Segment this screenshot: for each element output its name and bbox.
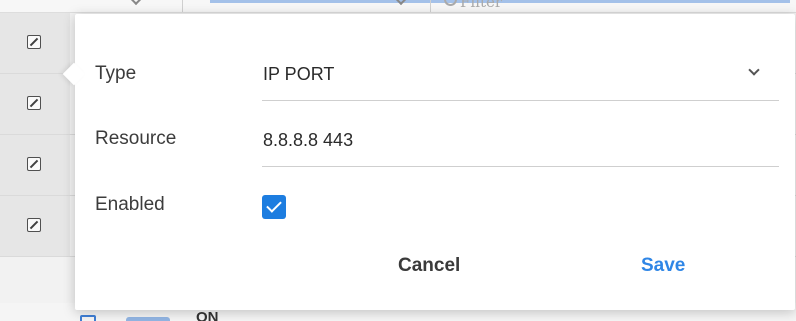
type-select[interactable]: IP PORT: [262, 52, 779, 101]
row-link[interactable]: [126, 317, 170, 321]
row-select-checkbox[interactable]: [80, 315, 96, 321]
row-action-cell: [0, 74, 70, 134]
resource-input[interactable]: 8.8.8.8 443: [262, 118, 779, 167]
column-divider: [430, 0, 431, 12]
table-header: Filter: [0, 0, 796, 13]
resource-label: Resource: [95, 128, 177, 149]
row-status-text: ON: [196, 309, 219, 321]
edit-icon[interactable]: [27, 157, 41, 171]
edit-icon[interactable]: [27, 35, 41, 49]
chevron-down-icon[interactable]: [748, 64, 760, 76]
row-action-cell: [0, 135, 70, 195]
row-action-cell: [0, 196, 70, 256]
row-action-cell: [0, 13, 70, 73]
edit-icon[interactable]: [27, 218, 41, 232]
save-button[interactable]: Save: [635, 252, 691, 280]
enabled-label: Enabled: [95, 194, 165, 215]
filter-placeholder[interactable]: Filter: [460, 0, 502, 10]
cancel-button[interactable]: Cancel: [392, 252, 466, 280]
type-select-value: IP PORT: [263, 64, 335, 84]
resource-input-value: 8.8.8.8 443: [263, 130, 354, 150]
column-divider: [182, 0, 183, 12]
check-mark-icon: [266, 197, 282, 213]
enabled-checkbox[interactable]: [262, 195, 286, 219]
edit-popover: Type IP PORT Resource 8.8.8.8 443 Enable…: [62, 14, 795, 310]
type-label: Type: [95, 63, 137, 84]
column-sort-chevron-icon[interactable]: [128, 0, 144, 6]
edit-icon[interactable]: [27, 96, 41, 110]
search-icon: [444, 0, 457, 6]
